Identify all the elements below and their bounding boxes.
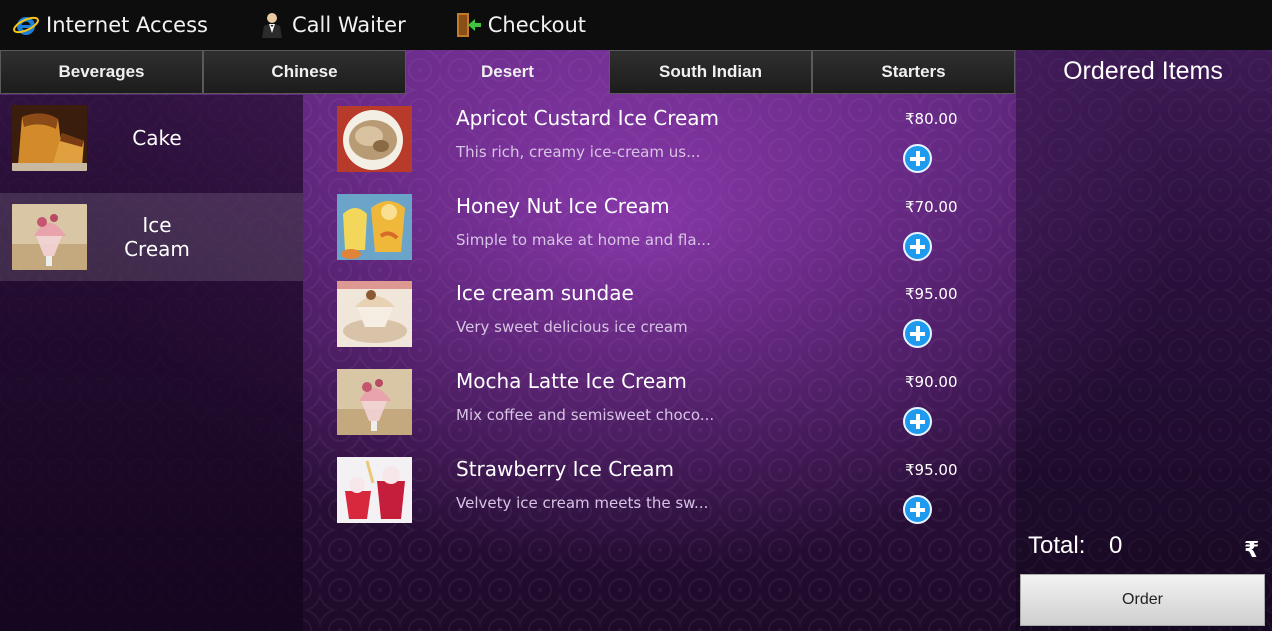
internet-access-button[interactable]: Internet Access bbox=[12, 0, 208, 50]
menu-item: Honey Nut Ice Cream Simple to make at ho… bbox=[337, 194, 977, 274]
subcategory-label: Ice Cream bbox=[124, 213, 190, 261]
checkout-label: Checkout bbox=[487, 13, 586, 37]
cake-image bbox=[12, 105, 87, 171]
item-price: ₹90.00 bbox=[905, 373, 958, 391]
tab-desert[interactable]: Desert bbox=[406, 50, 609, 94]
menu-item: Apricot Custard Ice Cream This rich, cre… bbox=[337, 106, 977, 186]
menu-item: Mocha Latte Ice Cream Mix coffee and sem… bbox=[337, 369, 977, 449]
top-bar: Internet Access Call Waiter Checkout bbox=[0, 0, 1272, 50]
add-item-button[interactable] bbox=[903, 319, 932, 348]
subcategory-label: Cake bbox=[132, 126, 182, 150]
item-price: ₹95.00 bbox=[905, 285, 958, 303]
door-exit-icon bbox=[454, 11, 482, 39]
waiter-icon bbox=[258, 11, 286, 39]
menu-item: Ice cream sundae Very sweet delicious ic… bbox=[337, 281, 977, 361]
item-image bbox=[337, 194, 412, 260]
total-label: Total: bbox=[1028, 532, 1086, 559]
item-image bbox=[337, 106, 412, 172]
item-description: Mix coffee and semisweet choco... bbox=[456, 406, 715, 424]
tab-chinese[interactable]: Chinese bbox=[203, 50, 406, 94]
item-name: Apricot Custard Ice Cream bbox=[456, 106, 720, 130]
item-description: This rich, creamy ice-cream us... bbox=[456, 143, 701, 161]
item-description: Simple to make at home and fla... bbox=[456, 231, 711, 249]
item-price: ₹95.00 bbox=[905, 461, 958, 479]
subcategory-item-ice-cream[interactable]: Ice Cream bbox=[0, 193, 303, 281]
call-waiter-button[interactable]: Call Waiter bbox=[258, 0, 406, 50]
call-waiter-label: Call Waiter bbox=[291, 13, 406, 37]
tab-south-indian[interactable]: South Indian bbox=[609, 50, 812, 94]
item-image bbox=[337, 281, 412, 347]
add-item-button[interactable] bbox=[903, 495, 932, 524]
rupee-icon: ₹ bbox=[1244, 538, 1260, 563]
tab-starters[interactable]: Starters bbox=[812, 50, 1015, 94]
internet-access-label: Internet Access bbox=[46, 13, 208, 37]
add-item-button[interactable] bbox=[903, 232, 932, 261]
menu-item: Strawberry Ice Cream Velvety ice cream m… bbox=[337, 457, 977, 537]
checkout-button[interactable]: Checkout bbox=[454, 0, 586, 50]
item-price: ₹80.00 bbox=[905, 110, 958, 128]
internet-explorer-icon bbox=[12, 11, 40, 39]
item-price: ₹70.00 bbox=[905, 198, 958, 216]
item-image bbox=[337, 369, 412, 435]
item-description: Velvety ice cream meets the sw... bbox=[456, 494, 709, 512]
subcategory-list: Cake Ice Cream bbox=[0, 95, 303, 631]
order-button[interactable]: Order bbox=[1020, 574, 1265, 626]
ordered-items-title: Ordered Items bbox=[1063, 57, 1223, 85]
category-tabs: Beverages Chinese Desert South Indian St… bbox=[0, 50, 1016, 95]
item-name: Honey Nut Ice Cream bbox=[456, 194, 670, 218]
add-item-button[interactable] bbox=[903, 407, 932, 436]
item-description: Very sweet delicious ice cream bbox=[456, 318, 688, 336]
ice-cream-image bbox=[12, 204, 87, 270]
item-name: Ice cream sundae bbox=[456, 281, 634, 305]
subcategory-item-cake[interactable]: Cake bbox=[0, 95, 303, 181]
add-item-button[interactable] bbox=[903, 144, 932, 173]
item-image bbox=[337, 457, 412, 523]
total-value: 0 bbox=[1109, 532, 1123, 559]
tab-beverages[interactable]: Beverages bbox=[0, 50, 203, 94]
item-name: Strawberry Ice Cream bbox=[456, 457, 675, 481]
item-name: Mocha Latte Ice Cream bbox=[456, 369, 687, 393]
